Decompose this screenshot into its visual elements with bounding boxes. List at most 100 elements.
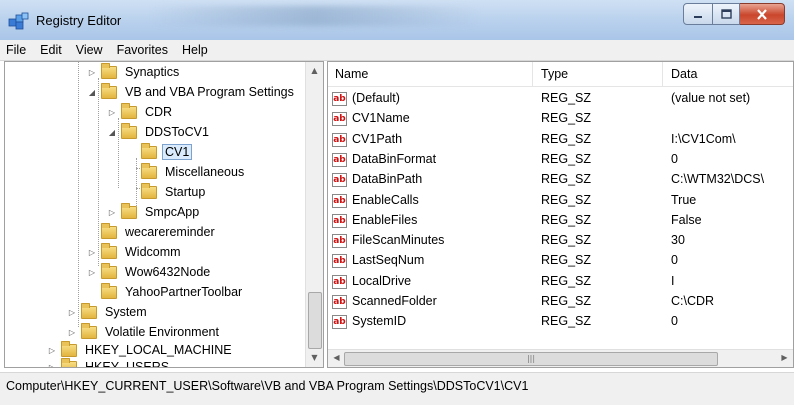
expand-arrow-icon[interactable]: ▷ [67, 327, 77, 337]
value-name: CV1Path [352, 131, 403, 146]
value-name: EnableCalls [352, 192, 419, 207]
expand-arrow-icon[interactable]: ▷ [107, 207, 117, 217]
menu-edit[interactable]: Edit [33, 43, 69, 57]
column-divider[interactable] [662, 62, 663, 86]
tree-item[interactable]: ▷ Wow6432Node [87, 262, 213, 282]
tree-item[interactable]: ▷ Volatile Environment [67, 322, 222, 342]
minimize-button[interactable] [683, 3, 713, 25]
value-row[interactable]: ab FileScanMinutes REG_SZ 30 [328, 231, 793, 251]
folder-icon [61, 340, 77, 357]
value-row[interactable]: ab EnableFiles REG_SZ False [328, 211, 793, 231]
tree-item-label: YahooPartnerToolbar [125, 285, 243, 299]
column-header-data[interactable]: Data [671, 67, 697, 81]
expand-arrow-icon[interactable]: ▷ [47, 345, 57, 355]
value-type: REG_SZ [541, 192, 592, 207]
tree-item[interactable]: wecarereminder [101, 222, 218, 242]
value-name: CV1Name [352, 111, 410, 126]
tree-item-selected[interactable]: CV1 [141, 142, 193, 162]
tree-item-label: VB and VBA Program Settings [125, 85, 294, 99]
scroll-up-icon[interactable]: ▲ [306, 66, 323, 75]
values-list-pane[interactable]: Name Type Data ab (Default) REG_SZ (value n… [327, 61, 794, 368]
title-bar[interactable]: Registry Editor [0, 0, 794, 40]
close-button[interactable] [740, 3, 785, 25]
value-row[interactable]: ab DataBinFormat REG_SZ 0 [328, 150, 793, 170]
value-name: LocalDrive [352, 273, 412, 288]
value-type: REG_SZ [541, 273, 592, 288]
string-value-icon: ab [332, 132, 347, 147]
value-row[interactable]: ab SystemID REG_SZ 0 [328, 312, 793, 332]
scrollbar-thumb[interactable]: ||| [344, 352, 718, 366]
value-row[interactable]: ab DataBinPath REG_SZ C:\WTM32\DCS\ [328, 170, 793, 190]
scroll-down-icon[interactable]: ▼ [306, 353, 323, 362]
menu-file[interactable]: File [0, 43, 33, 57]
folder-icon [81, 322, 97, 339]
value-data: 0 [671, 314, 678, 329]
value-row[interactable]: ab (Default) REG_SZ (value not set) [328, 89, 793, 109]
scroll-right-icon[interactable]: ▶ [776, 353, 793, 362]
tree-guide [78, 62, 79, 327]
expand-arrow-icon[interactable]: ▷ [87, 67, 97, 77]
expand-arrow-icon[interactable]: ▷ [87, 247, 97, 257]
value-name: EnableFiles [352, 212, 418, 227]
tree-item-label: Miscellaneous [165, 165, 245, 179]
tree-item-label: Startup [165, 185, 206, 199]
string-value-icon: ab [332, 254, 347, 269]
tree-item[interactable]: ▷ CDR [107, 102, 175, 122]
value-data: False [671, 212, 702, 227]
folder-icon [81, 302, 97, 319]
column-header-name[interactable]: Name [335, 67, 368, 81]
menu-bar: File Edit View Favorites Help [0, 40, 794, 61]
tree-item[interactable]: Startup [141, 182, 208, 202]
minimize-icon [694, 16, 702, 18]
folder-icon [101, 62, 117, 79]
folder-icon [141, 182, 157, 199]
folder-icon [121, 102, 137, 119]
string-value-icon: ab [332, 274, 347, 289]
value-row[interactable]: ab ScannedFolder REG_SZ C:\CDR [328, 292, 793, 312]
string-value-icon: ab [332, 234, 347, 249]
window-title: Registry Editor [36, 13, 122, 28]
tree-item[interactable]: ▷ Synaptics [87, 62, 182, 82]
values-horizontal-scrollbar[interactable]: ◀ ||| ▶ [328, 349, 793, 367]
menu-favorites[interactable]: Favorites [110, 43, 175, 57]
value-data: C:\WTM32\DCS\ [671, 172, 765, 187]
maximize-button[interactable] [713, 3, 740, 25]
menu-help[interactable]: Help [175, 43, 215, 57]
tree-item[interactable]: ◢ VB and VBA Program Settings [87, 82, 297, 102]
tree-vertical-scrollbar[interactable]: ▲ ▼ [305, 62, 323, 367]
folder-icon [61, 357, 77, 367]
value-name: (Default) [352, 91, 400, 105]
value-name: SystemID [352, 314, 407, 329]
column-divider[interactable] [532, 62, 533, 86]
tree-item[interactable]: ▷ System [67, 302, 150, 322]
expand-arrow-icon[interactable]: ▷ [87, 267, 97, 277]
tree-item[interactable]: ▷ SmpcApp [107, 202, 202, 222]
folder-icon [101, 282, 117, 299]
expand-arrow-icon[interactable]: ▷ [67, 307, 77, 317]
column-header-type[interactable]: Type [541, 67, 568, 81]
tree-item-label: SmpcApp [145, 205, 200, 219]
scrollbar-thumb[interactable] [308, 292, 322, 349]
value-row[interactable]: ab CV1Name REG_SZ [328, 109, 793, 129]
scroll-left-icon[interactable]: ◀ [328, 353, 345, 362]
folder-icon [101, 222, 117, 239]
folder-icon [141, 162, 157, 179]
value-row[interactable]: ab CV1Path REG_SZ I:\CV1Com\ [328, 130, 793, 150]
expand-arrow-icon[interactable]: ▷ [47, 362, 57, 368]
tree-item[interactable]: ▷ Widcomm [87, 242, 184, 262]
menu-view[interactable]: View [69, 43, 110, 57]
value-row[interactable]: ab LastSeqNum REG_SZ 0 [328, 251, 793, 271]
expand-arrow-icon[interactable]: ▷ [107, 107, 117, 117]
tree-item[interactable]: YahooPartnerToolbar [101, 282, 245, 302]
value-row[interactable]: ab LocalDrive REG_SZ I [328, 272, 793, 292]
tree-item[interactable]: ◢ DDSToCV1 [107, 122, 212, 142]
collapse-arrow-icon[interactable]: ◢ [107, 127, 117, 137]
folder-icon [101, 262, 117, 279]
registry-editor-window: Registry Editor File Edit View Favorites… [0, 0, 794, 405]
folder-icon [101, 242, 117, 259]
key-tree-pane[interactable]: ▷ Synaptics ◢ VB and VBA Program Setting… [4, 61, 324, 368]
tree-item[interactable]: Miscellaneous [141, 162, 247, 182]
value-row[interactable]: ab EnableCalls REG_SZ True [328, 191, 793, 211]
collapse-arrow-icon[interactable]: ◢ [87, 87, 97, 97]
tree-item[interactable]: ▷ HKEY_USERS [47, 357, 172, 368]
